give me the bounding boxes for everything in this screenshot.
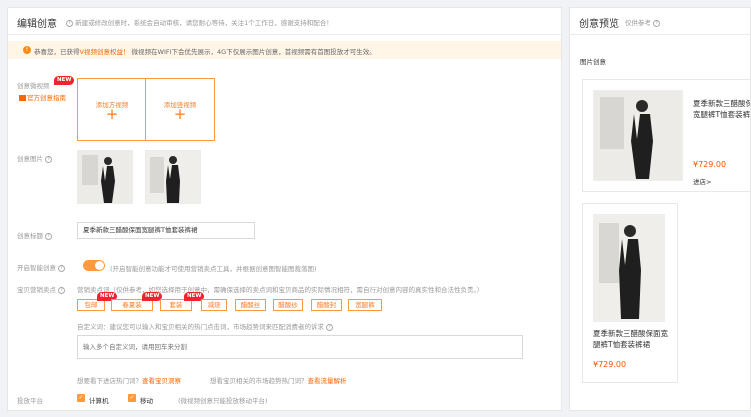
preview-card-1[interactable]: 夏季新款三醋酸保面宽腿裤T恤套装裤裙 ¥729.00 进店> — [582, 79, 751, 192]
enter-store-link[interactable]: 进店> — [693, 176, 711, 186]
images-label: 创意图片 ? — [17, 153, 53, 163]
help-icon[interactable]: ? — [45, 232, 53, 240]
selling-tag[interactable]: 醋酸纱 — [273, 299, 303, 311]
smart-creative-desc: (开启智能创意功能才可使用营销卖点工具，并根据创意图智能图裁落图) — [110, 265, 317, 273]
check-icon[interactable]: ✓ — [128, 394, 136, 402]
preview-card-price: ¥729.00 — [693, 160, 727, 169]
store-insight-hint: 想要看下进店热门词？查看宝贝洞察 — [77, 377, 181, 385]
custom-words-input[interactable] — [77, 335, 523, 359]
notice-text: 恭喜您，已获得V视频创意权益！ 微视频在WIFI下会优先展示，4G下仅展示图片创… — [34, 48, 376, 56]
creative-title-input[interactable]: 夏季新款三醋酸保面宽腿裤T恤套装裤裙 — [77, 222, 255, 239]
help-icon[interactable]: ? — [653, 19, 661, 27]
preview-sub: 仅供参考 ? — [625, 17, 661, 27]
selling-tag[interactable]: 减烧 — [201, 299, 227, 311]
traffic-analysis-hint: 想看宝贝相关的市场趋势热门词？查看流量解析 — [210, 377, 347, 385]
platform-pc-label: 计算机 — [89, 397, 109, 405]
plus-icon: + — [105, 105, 119, 123]
help-icon[interactable]: ? — [45, 155, 53, 163]
preview-header: 创意预览 仅供参考 ? — [570, 8, 750, 35]
creative-image-2[interactable] — [145, 150, 201, 204]
model-photo — [594, 215, 664, 321]
store-insight-link[interactable]: 查看宝贝洞察 — [142, 377, 181, 385]
preview-card-title: 夏季新款三醋酸保面宽腿裤T恤套装裤裙 — [593, 329, 668, 349]
image-creative-section: 图片创意 — [580, 58, 606, 66]
video-label: 创意微视频 — [17, 82, 50, 90]
selling-tag[interactable]: 醋酸封 — [311, 299, 342, 311]
panel-title: 编辑创意 — [17, 19, 57, 30]
preview-image-1 — [593, 90, 683, 181]
help-icon[interactable]: ? — [58, 264, 66, 272]
preview-card-2[interactable]: 夏季新款三醋酸保面宽腿裤T恤套装裤裙 ¥729.00 — [582, 203, 678, 383]
preview-image-2 — [593, 214, 665, 322]
official-guide-link[interactable]: 官方创意指南 — [19, 92, 66, 102]
traffic-analysis-link[interactable]: 查看流量解析 — [308, 377, 347, 385]
selling-tag[interactable]: 醋酸丝 — [235, 299, 266, 311]
check-icon[interactable]: ✓ — [77, 394, 85, 402]
selling-tag[interactable]: 宽腿裤 — [348, 299, 382, 311]
preview-card-title: 夏季新款三醋酸保面宽腿裤T恤套装裤裙 — [693, 99, 751, 119]
title-label: 创意标题 ? — [17, 230, 53, 240]
exclamation-circle-icon: ! — [23, 46, 31, 54]
selling-points-label: 宝贝营销卖点 ? — [17, 284, 66, 294]
platform-mobile-label: 移动 — [140, 397, 153, 405]
new-badge: NEW — [54, 76, 75, 85]
vip-notice-bar: ! 恭喜您，已获得V视频创意权益！ 微视频在WIFI下会优先展示，4G下仅展示图… — [8, 41, 561, 59]
edit-creative-panel: 编辑创意 ? 新建或修改创意时，系统会自动审核，请您耐心等待，关注1个工作日，感… — [7, 7, 562, 411]
panel-description: ? 新建或修改创意时，系统会自动审核，请您耐心等待，关注1个工作日，感谢支持和配… — [66, 17, 333, 27]
add-vertical-video-button[interactable]: 添加竖视频 + — [145, 78, 215, 141]
add-square-video-button[interactable]: 添加方视频 + — [77, 78, 147, 141]
model-photo — [146, 151, 200, 203]
smart-creative-label: 开启智能创意 ? — [17, 262, 66, 272]
help-icon[interactable]: ? — [58, 286, 66, 294]
plus-icon: + — [173, 105, 187, 123]
selling-hint: 营销卖点词（仅供参考，如您选择用于创意中，需确保选择的卖点词和宝贝商品的实际情况… — [77, 286, 484, 294]
help-icon[interactable]: ? — [66, 19, 73, 27]
panel-header: 编辑创意 ? 新建或修改创意时，系统会自动审核，请您耐心等待，关注1个工作日，感… — [8, 8, 561, 35]
model-photo — [78, 151, 132, 203]
creative-image-1[interactable] — [77, 150, 133, 204]
preview-card-price: ¥729.00 — [593, 360, 627, 369]
book-icon — [19, 95, 26, 101]
platform-label: 投放平台 — [17, 397, 43, 405]
platform-note: (微视频创意只能投放移动平台) — [178, 397, 268, 405]
preview-title: 创意预览 — [579, 19, 619, 30]
model-photo — [594, 91, 682, 180]
help-icon[interactable]: ? — [326, 323, 334, 331]
smart-creative-toggle[interactable] — [83, 260, 105, 271]
custom-words-label: 自定义词：建议您可以输入和宝贝相关的热门点击词，市场趋势词来匹配消费者的诉求 ? — [77, 321, 334, 331]
preview-panel: 创意预览 仅供参考 ? 图片创意 夏季新款三醋酸保面宽腿裤T恤套装裤裙 ¥729… — [569, 7, 751, 411]
